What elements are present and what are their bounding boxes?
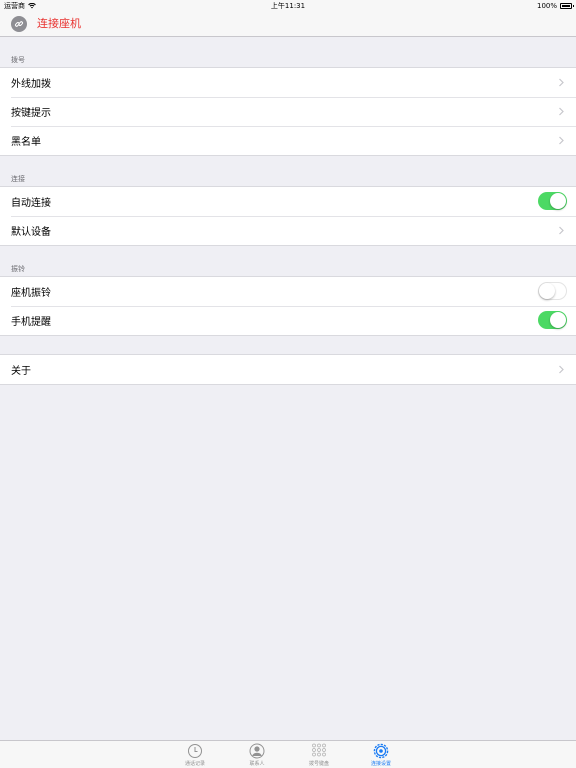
row-label: 关于 [11, 366, 31, 377]
gear-icon [373, 743, 389, 759]
keypad-icon [312, 743, 326, 757]
section-header-ring: 振铃 [11, 265, 25, 273]
link-icon [14, 21, 24, 27]
contact-icon [249, 743, 265, 759]
tab-label: 通话记录 [184, 761, 205, 767]
row-default-device[interactable]: 默认设备 [0, 216, 576, 245]
group-dial: 外线加拨 按键提示 黑名单 [0, 67, 576, 156]
status-bar: 运营商 上午11:31 100% [0, 0, 576, 12]
page-title: 连接座机 [37, 17, 81, 30]
tab-keypad[interactable]: 拨号键盘 [294, 741, 344, 768]
group-connect: 自动连接 默认设备 [0, 186, 576, 246]
row-auto-connect: 自动连接 [0, 187, 576, 216]
row-label: 手机提醒 [11, 317, 51, 328]
link-button[interactable] [11, 16, 27, 32]
row-label: 座机振铃 [11, 288, 51, 299]
row-phone-alert: 手机提醒 [0, 306, 576, 335]
row-about[interactable]: 关于 [0, 355, 576, 384]
battery-percent: 100% [536, 2, 557, 10]
clock-icon [188, 744, 202, 758]
desk-ring-toggle[interactable] [538, 282, 567, 300]
tab-label: 拨号键盘 [308, 761, 329, 767]
tab-call-log[interactable]: 通话记录 [170, 741, 220, 768]
tab-contacts[interactable]: 联系人 [232, 741, 282, 768]
group-ring: 座机振铃 手机提醒 [0, 276, 576, 336]
row-key-tone[interactable]: 按键提示 [0, 97, 576, 126]
row-outside-line-prefix[interactable]: 外线加拨 [0, 68, 576, 97]
section-header-connect: 连接 [11, 175, 25, 183]
chevron-right-icon [559, 365, 564, 374]
battery-group: 100% [536, 0, 574, 12]
row-label: 外线加拨 [11, 79, 51, 90]
auto-connect-toggle[interactable] [538, 192, 567, 210]
row-label: 按键提示 [11, 108, 51, 119]
chevron-right-icon [559, 78, 564, 87]
row-label: 自动连接 [11, 198, 51, 209]
row-desk-ring: 座机振铃 [0, 277, 576, 306]
row-blacklist[interactable]: 黑名单 [0, 126, 576, 155]
chevron-right-icon [559, 226, 564, 235]
phone-alert-toggle[interactable] [538, 311, 567, 329]
row-label: 黑名单 [11, 137, 41, 148]
section-header-dial: 拨号 [11, 56, 25, 64]
chevron-right-icon [559, 136, 564, 145]
status-time: 上午11:31 [270, 2, 306, 10]
chevron-right-icon [559, 107, 564, 116]
row-label: 默认设备 [11, 227, 51, 238]
nav-bar: 连接座机 [0, 12, 576, 37]
tab-label: 连接设置 [370, 761, 391, 767]
tab-label: 联系人 [249, 761, 265, 767]
tab-connection-settings[interactable]: 连接设置 [356, 741, 406, 768]
group-about: 关于 [0, 354, 576, 385]
tab-bar: 通话记录 联系人 拨号键盘 连接设置 [0, 740, 576, 768]
battery-icon [560, 3, 574, 9]
